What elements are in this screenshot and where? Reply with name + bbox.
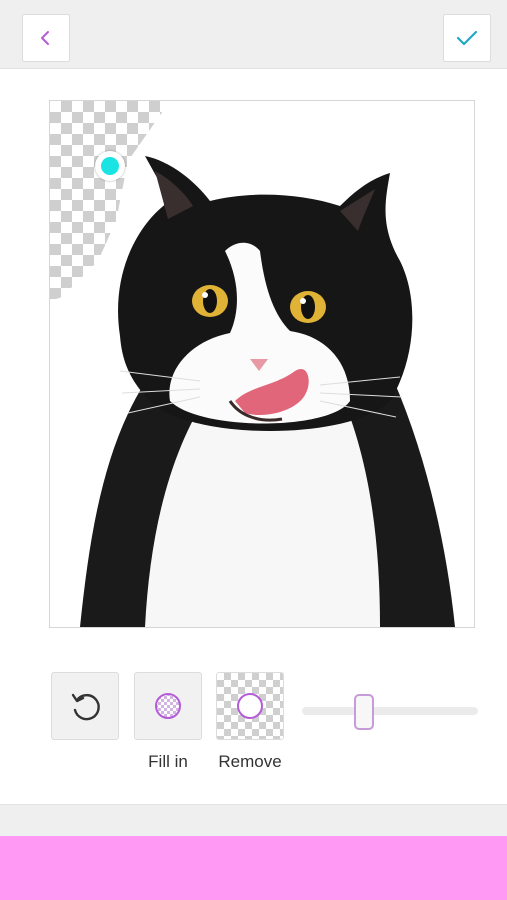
top-toolbar [0,0,507,69]
back-button[interactable] [22,14,70,62]
bottom-action-bar[interactable] [0,836,507,900]
fill-in-button[interactable] [134,672,202,740]
brush-size-slider-thumb[interactable] [353,694,374,730]
chevron-left-icon [41,31,49,45]
remove-brush-icon [237,693,263,719]
remove-button[interactable] [216,672,284,740]
section-divider [0,804,507,837]
remove-label: Remove [218,752,282,771]
edit-canvas[interactable] [49,100,475,628]
brush-size-slider-track[interactable] [302,707,478,715]
fill-brush-icon [155,693,181,719]
undo-button[interactable] [51,672,119,740]
confirm-button[interactable] [443,14,491,62]
undo-icon [71,693,100,721]
checkmark-icon [456,30,478,46]
brush-tools-panel: Fill in Remove [50,672,490,782]
fill-in-label: Fill in [148,752,188,771]
brush-cursor[interactable] [95,151,125,181]
